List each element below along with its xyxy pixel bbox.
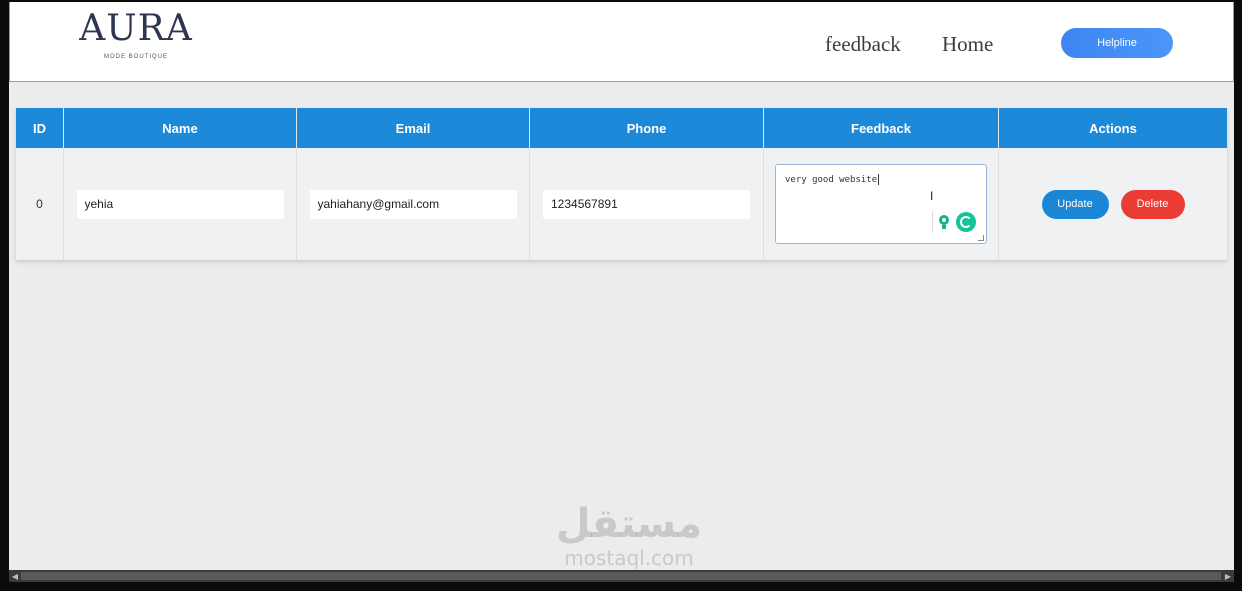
watermark-latin: mostaql.com — [564, 546, 694, 570]
column-header-email: Email — [297, 108, 530, 148]
actions-cell: Update Delete — [999, 148, 1227, 260]
grammar-assistant-icon[interactable] — [956, 212, 976, 232]
logo-subtitle: MODE BOUTIQUE — [103, 54, 168, 60]
writing-assistant-icons — [932, 211, 976, 233]
column-header-name: Name — [64, 108, 297, 148]
scroll-left-arrow-icon[interactable]: ◀ — [9, 570, 21, 582]
logo-wordmark: AURA — [79, 8, 193, 49]
watermark: مستقل mostaql.com — [549, 500, 709, 568]
table-header-row: ID Name Email Phone Feedback Actions — [16, 108, 1227, 148]
email-cell — [297, 148, 530, 260]
browser-viewport: AURA MODE BOUTIQUE feedback Home Helplin… — [9, 2, 1234, 570]
phone-input[interactable] — [543, 189, 750, 219]
feedback-textarea[interactable]: very good website I — [775, 164, 987, 244]
email-input[interactable] — [309, 189, 517, 219]
phone-cell — [530, 148, 764, 260]
resize-handle-icon[interactable] — [978, 235, 984, 241]
watermark-arabic: مستقل — [555, 501, 703, 547]
bulb-icon[interactable] — [936, 213, 952, 231]
helpline-button[interactable]: Helpline — [1061, 28, 1173, 58]
update-button[interactable]: Update — [1041, 189, 1109, 219]
row-id: 0 — [16, 148, 64, 260]
feedback-cell: very good website I — [764, 148, 999, 260]
column-header-feedback: Feedback — [764, 108, 999, 148]
column-header-id: ID — [16, 108, 64, 148]
name-cell — [64, 148, 297, 260]
nav-link-feedback[interactable]: feedback — [825, 32, 901, 57]
name-input[interactable] — [76, 189, 284, 219]
horizontal-scrollbar[interactable]: ◀ ▶ — [9, 570, 1234, 582]
nav-link-home[interactable]: Home — [942, 32, 993, 57]
column-header-actions: Actions — [1089, 120, 1137, 136]
brand-logo[interactable]: AURA MODE BOUTIQUE — [76, 8, 196, 64]
text-cursor-icon: I — [930, 189, 934, 203]
feedback-table: ID Name Email Phone Feedback Actions 0 v… — [16, 108, 1227, 260]
column-header-phone: Phone — [530, 108, 764, 148]
delete-button[interactable]: Delete — [1120, 189, 1185, 219]
scrollbar-thumb[interactable] — [21, 572, 1221, 580]
table-row: 0 very good website I — [16, 148, 1227, 260]
site-header: AURA MODE BOUTIQUE feedback Home Helplin… — [9, 2, 1234, 82]
feedback-text: very good website — [785, 175, 878, 185]
scroll-right-arrow-icon[interactable]: ▶ — [1222, 570, 1234, 582]
feedback-text-wrapper: very good website — [785, 174, 880, 185]
text-caret — [878, 174, 880, 185]
